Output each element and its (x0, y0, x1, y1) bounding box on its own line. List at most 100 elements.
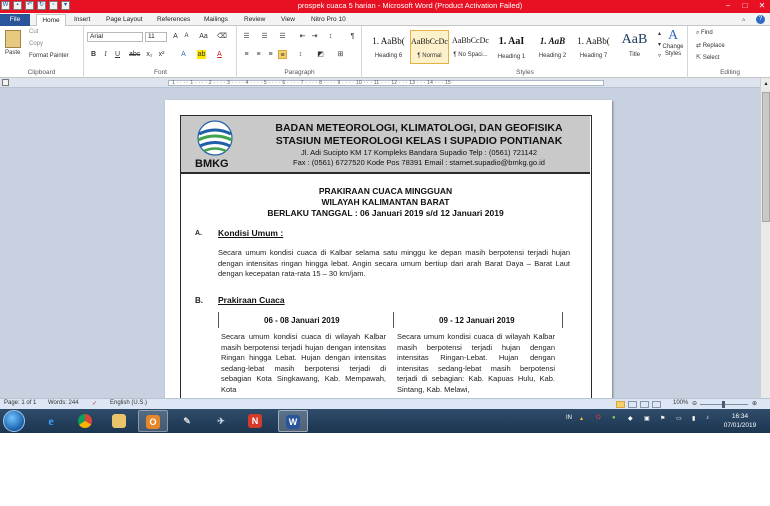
font-color-icon[interactable]: A (215, 50, 224, 59)
taskbar-chrome[interactable] (70, 410, 100, 432)
close-button[interactable]: ✕ (754, 0, 770, 12)
tab-references[interactable]: References (157, 14, 190, 26)
shading-icon[interactable]: ◩ (316, 50, 325, 59)
tray-app-icon[interactable]: ◆ (628, 415, 633, 422)
zoom-slider-thumb[interactable] (722, 401, 725, 408)
tray-status-icon[interactable]: ● (612, 415, 616, 421)
subscript-icon[interactable]: x₂ (145, 50, 154, 59)
tab-review[interactable]: Review (244, 14, 265, 26)
web-layout-view-icon[interactable] (640, 401, 649, 408)
volume-icon[interactable]: ♪ (706, 415, 709, 421)
zoom-out-icon[interactable]: ⊖ (692, 400, 697, 407)
shrink-font-icon[interactable]: A (182, 32, 191, 41)
taskbar-app-pen[interactable]: ✎ (172, 410, 202, 432)
find-button[interactable]: ⌕ Find (696, 30, 713, 37)
tray-expand-icon[interactable]: ▴ (580, 415, 583, 422)
bullets-icon[interactable]: ☰ (242, 32, 251, 41)
change-case-icon[interactable]: Aa (199, 32, 208, 41)
redo-icon[interactable]: ↻ (37, 1, 46, 10)
taskbar-nitro[interactable]: N (240, 410, 270, 432)
tab-insert[interactable]: Insert (74, 14, 90, 26)
zoom-in-icon[interactable]: ⊕ (752, 400, 757, 407)
proofing-icon[interactable]: ✓ (92, 400, 97, 407)
print-preview-icon[interactable]: ▫ (49, 1, 58, 10)
scroll-up-icon[interactable]: ▴ (762, 80, 770, 88)
undo-icon[interactable]: ↶ (25, 1, 34, 10)
customize-qat-icon[interactable]: ▾ (61, 1, 70, 10)
line-spacing-icon[interactable]: ↕ (296, 50, 305, 59)
change-styles-button[interactable]: A Change Styles (660, 28, 686, 64)
tab-view[interactable]: View (281, 14, 295, 26)
tab-page-layout[interactable]: Page Layout (106, 14, 143, 26)
tab-mailings[interactable]: Mailings (204, 14, 228, 26)
show-marks-icon[interactable]: ¶ (348, 32, 357, 41)
align-center-icon[interactable]: ≡ (254, 50, 263, 59)
increase-indent-icon[interactable]: ⇥ (310, 32, 319, 41)
page-count[interactable]: Page: 1 of 1 (4, 400, 36, 406)
minimize-button[interactable]: − (720, 0, 736, 12)
tab-file[interactable]: File (0, 14, 30, 26)
tab-home[interactable]: Home (36, 14, 66, 26)
clear-formatting-icon[interactable]: ⌫ (217, 32, 227, 41)
maximize-button[interactable]: □ (737, 0, 753, 12)
font-size-combo[interactable]: 11 (145, 32, 167, 42)
align-right-icon[interactable]: ≡ (266, 50, 275, 59)
outline-view-icon[interactable] (652, 401, 661, 408)
borders-icon[interactable]: ⊞ (336, 50, 345, 59)
full-screen-view-icon[interactable] (628, 401, 637, 408)
help-icon[interactable]: ? (756, 15, 765, 24)
style-title[interactable]: AaB Title (615, 30, 654, 64)
cut-button[interactable]: Cut (29, 29, 38, 35)
italic-icon[interactable]: I (101, 50, 110, 59)
strikethrough-icon[interactable]: abc (129, 50, 140, 59)
select-button[interactable]: ⇱ Select (696, 54, 719, 61)
scrollbar-thumb[interactable] (762, 92, 770, 222)
multilevel-list-icon[interactable]: ☰ (278, 32, 287, 41)
input-language[interactable]: IN (566, 415, 572, 421)
grow-font-icon[interactable]: A (171, 32, 180, 41)
word-app-icon[interactable]: W (1, 1, 10, 10)
taskbar-outlook[interactable]: O (138, 410, 168, 432)
align-left-icon[interactable]: ≡ (242, 50, 251, 59)
taskbar-app-satellite[interactable]: ✈ (206, 410, 236, 432)
tab-selector-icon[interactable] (2, 79, 9, 86)
zoom-level[interactable]: 100% (673, 400, 688, 406)
text-effects-icon[interactable]: A (179, 50, 188, 59)
decrease-indent-icon[interactable]: ⇤ (298, 32, 307, 41)
numbering-icon[interactable]: ☰ (260, 32, 269, 41)
taskbar-internet-explorer[interactable]: e (36, 410, 66, 432)
horizontal-ruler[interactable]: 1 · · · · 1 · · · · 2 · · · · 3 · · · · … (0, 78, 770, 88)
replace-button[interactable]: ⇄ Replace (696, 42, 725, 49)
underline-icon[interactable]: U (113, 50, 122, 59)
format-painter-button[interactable]: Format Painter (29, 53, 69, 59)
paste-button[interactable]: Paste (5, 50, 20, 56)
tray-monitor-icon[interactable]: ▣ (644, 415, 650, 422)
style-heading-1[interactable]: 1. AaI Heading 1 (492, 30, 531, 64)
superscript-icon[interactable]: x² (157, 50, 166, 59)
style-heading-2[interactable]: 1. AaB Heading 2 (533, 30, 572, 64)
font-name-combo[interactable]: Arial (87, 32, 143, 42)
style-heading-6[interactable]: 1. AaBb(Heading 6 (369, 30, 408, 64)
save-icon[interactable]: ▪ (13, 1, 22, 10)
tray-flag-icon[interactable]: ⚑ (660, 415, 665, 422)
language-indicator[interactable]: English (U.S.) (110, 400, 147, 406)
taskbar-explorer[interactable] (104, 410, 134, 432)
style-no-spacing[interactable]: AaBbCcDc ¶ No Spaci... (451, 30, 490, 64)
vertical-scrollbar[interactable]: ▴ (760, 78, 770, 398)
document-page[interactable]: BMKG BADAN METEOROLOGI, KLIMATOLOGI, DAN… (165, 100, 612, 398)
tab-nitro-pro[interactable]: Nitro Pro 10 (311, 14, 346, 26)
copy-button[interactable]: Copy (29, 41, 43, 47)
justify-icon[interactable]: ≡ (278, 50, 287, 59)
style-normal[interactable]: AaBbCcDc ¶ Normal (410, 30, 449, 64)
taskbar-word[interactable]: W (278, 410, 308, 432)
print-layout-view-icon[interactable] (616, 401, 625, 408)
tray-display-icon[interactable]: ▭ (676, 415, 682, 422)
bold-icon[interactable]: B (89, 50, 98, 59)
taskbar-clock[interactable]: 16:34 07/01/2019 (718, 412, 762, 430)
word-count[interactable]: Words: 244 (48, 400, 79, 406)
start-button[interactable] (3, 410, 25, 432)
paste-icon[interactable] (5, 30, 21, 48)
minimize-ribbon-icon[interactable]: ▵ (742, 14, 745, 26)
network-icon[interactable]: ▮ (692, 415, 695, 422)
style-heading-7[interactable]: 1. AaBb(Heading 7 (574, 30, 613, 64)
